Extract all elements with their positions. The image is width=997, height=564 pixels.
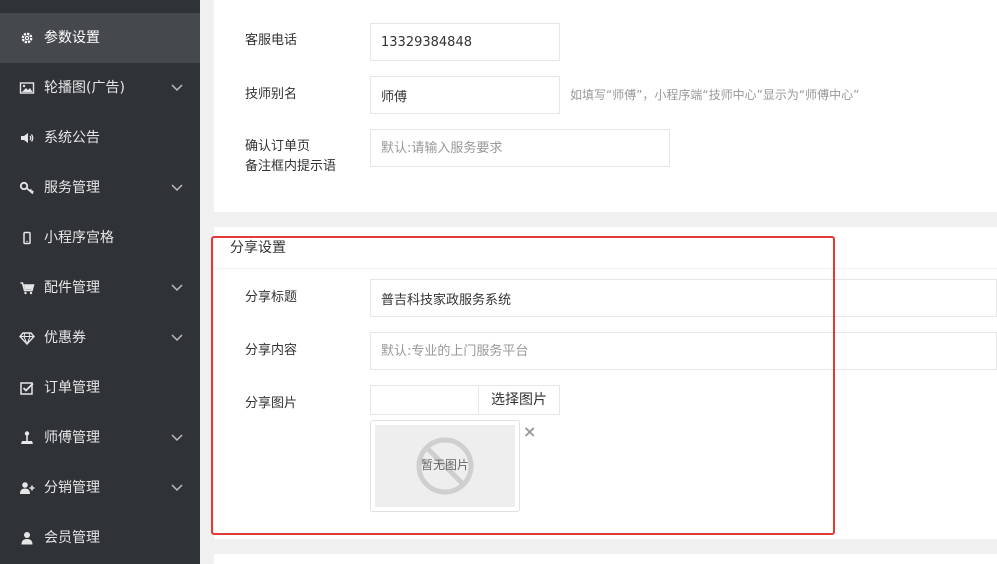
alias-label: 技师别名: [245, 87, 298, 102]
main-content: 客服电话 技师别名 如填写“师傅”，小程序端“技师中心”显示为“师傅中心” 确认…: [200, 0, 997, 564]
sidebar-item-label: 优惠券: [44, 330, 86, 346]
share-content-input[interactable]: [370, 332, 997, 370]
sidebar-item-service[interactable]: 服务管理: [0, 163, 200, 213]
share-content-label: 分享内容: [245, 343, 298, 358]
chevron-down-icon: [171, 184, 183, 192]
sidebar-item-members[interactable]: 会员管理: [0, 513, 200, 563]
sidebar-item-label: 轮播图(广告): [44, 80, 125, 96]
remark-placeholder-input[interactable]: [370, 129, 670, 167]
remark-label-line1: 确认订单页: [245, 139, 311, 154]
sidebar-item-orders[interactable]: 订单管理: [0, 363, 200, 413]
joystick-icon: [21, 431, 33, 444]
sidebar-item-parts[interactable]: 配件管理: [0, 263, 200, 313]
choose-image-button[interactable]: 选择图片: [478, 385, 560, 415]
alias-input[interactable]: [370, 76, 560, 114]
sidebar-item-label: 师傅管理: [44, 430, 100, 446]
user-plus-icon: [20, 482, 35, 494]
sidebar-item-label: 配件管理: [44, 280, 100, 296]
sidebar-item-label: 参数设置: [44, 30, 100, 46]
section-divider: [214, 268, 997, 269]
diamond-icon: [19, 332, 35, 346]
key-icon: [19, 181, 34, 195]
sidebar-item-masters[interactable]: 师傅管理: [0, 413, 200, 463]
chevron-down-icon: [171, 284, 183, 292]
chevron-down-icon: [171, 484, 183, 492]
basic-settings-panel: 客服电话 技师别名 如填写“师傅”，小程序端“技师中心”显示为“师傅中心” 确认…: [214, 0, 997, 212]
sidebar-item-label: 会员管理: [44, 530, 100, 546]
sidebar-item-notice[interactable]: 系统公告: [0, 113, 200, 163]
sidebar-item-label: 小程序宫格: [44, 230, 114, 246]
share-image-path-input[interactable]: [370, 385, 480, 415]
share-image-label: 分享图片: [245, 396, 298, 411]
phone-input[interactable]: [370, 23, 560, 61]
image-preview: 暂无图片: [370, 420, 520, 512]
image-icon: [19, 82, 35, 94]
sidebar-item-banner[interactable]: 轮播图(广告): [0, 63, 200, 113]
sidebar-item-label: 分销管理: [44, 480, 100, 496]
chevron-down-icon: [171, 84, 183, 92]
remark-label-line2: 备注框内提示语: [245, 159, 337, 174]
sidebar-item-grid[interactable]: 小程序宫格: [0, 213, 200, 263]
share-title-input[interactable]: [370, 279, 997, 317]
share-section-title: 分享设置: [230, 240, 286, 256]
no-image-text: 暂无图片: [420, 458, 469, 472]
checkbox-icon: [20, 382, 34, 395]
phone-label: 客服电话: [245, 33, 298, 48]
sidebar-item-distribution[interactable]: 分销管理: [0, 463, 200, 513]
alias-hint: 如填写“师傅”，小程序端“技师中心”显示为“师傅中心”: [570, 88, 860, 102]
user-icon: [21, 532, 33, 545]
share-settings-panel: 分享设置 分享标题 分享内容 分享图片 选择图片 暂无图片 ×: [214, 227, 997, 539]
sidebar: 参数设置 轮播图(广告) 系统公告 服务管理 小程序宫格 配件管理 优惠券 订单…: [0, 0, 200, 564]
mobile-icon: [23, 231, 31, 245]
next-panel: [214, 554, 997, 564]
cart-icon: [20, 282, 35, 295]
gear-icon: [21, 32, 33, 44]
sidebar-item-label: 服务管理: [44, 180, 100, 196]
sidebar-item-label: 系统公告: [44, 130, 100, 146]
close-icon[interactable]: ×: [523, 424, 536, 440]
image-placeholder: 暂无图片: [375, 425, 515, 507]
sidebar-item-label: 订单管理: [44, 380, 100, 396]
chevron-down-icon: [171, 434, 183, 442]
speaker-icon: [21, 133, 34, 143]
sidebar-item-params[interactable]: 参数设置: [0, 13, 200, 63]
share-title-label: 分享标题: [245, 290, 298, 305]
sidebar-item-coupon[interactable]: 优惠券: [0, 313, 200, 363]
chevron-down-icon: [171, 334, 183, 342]
